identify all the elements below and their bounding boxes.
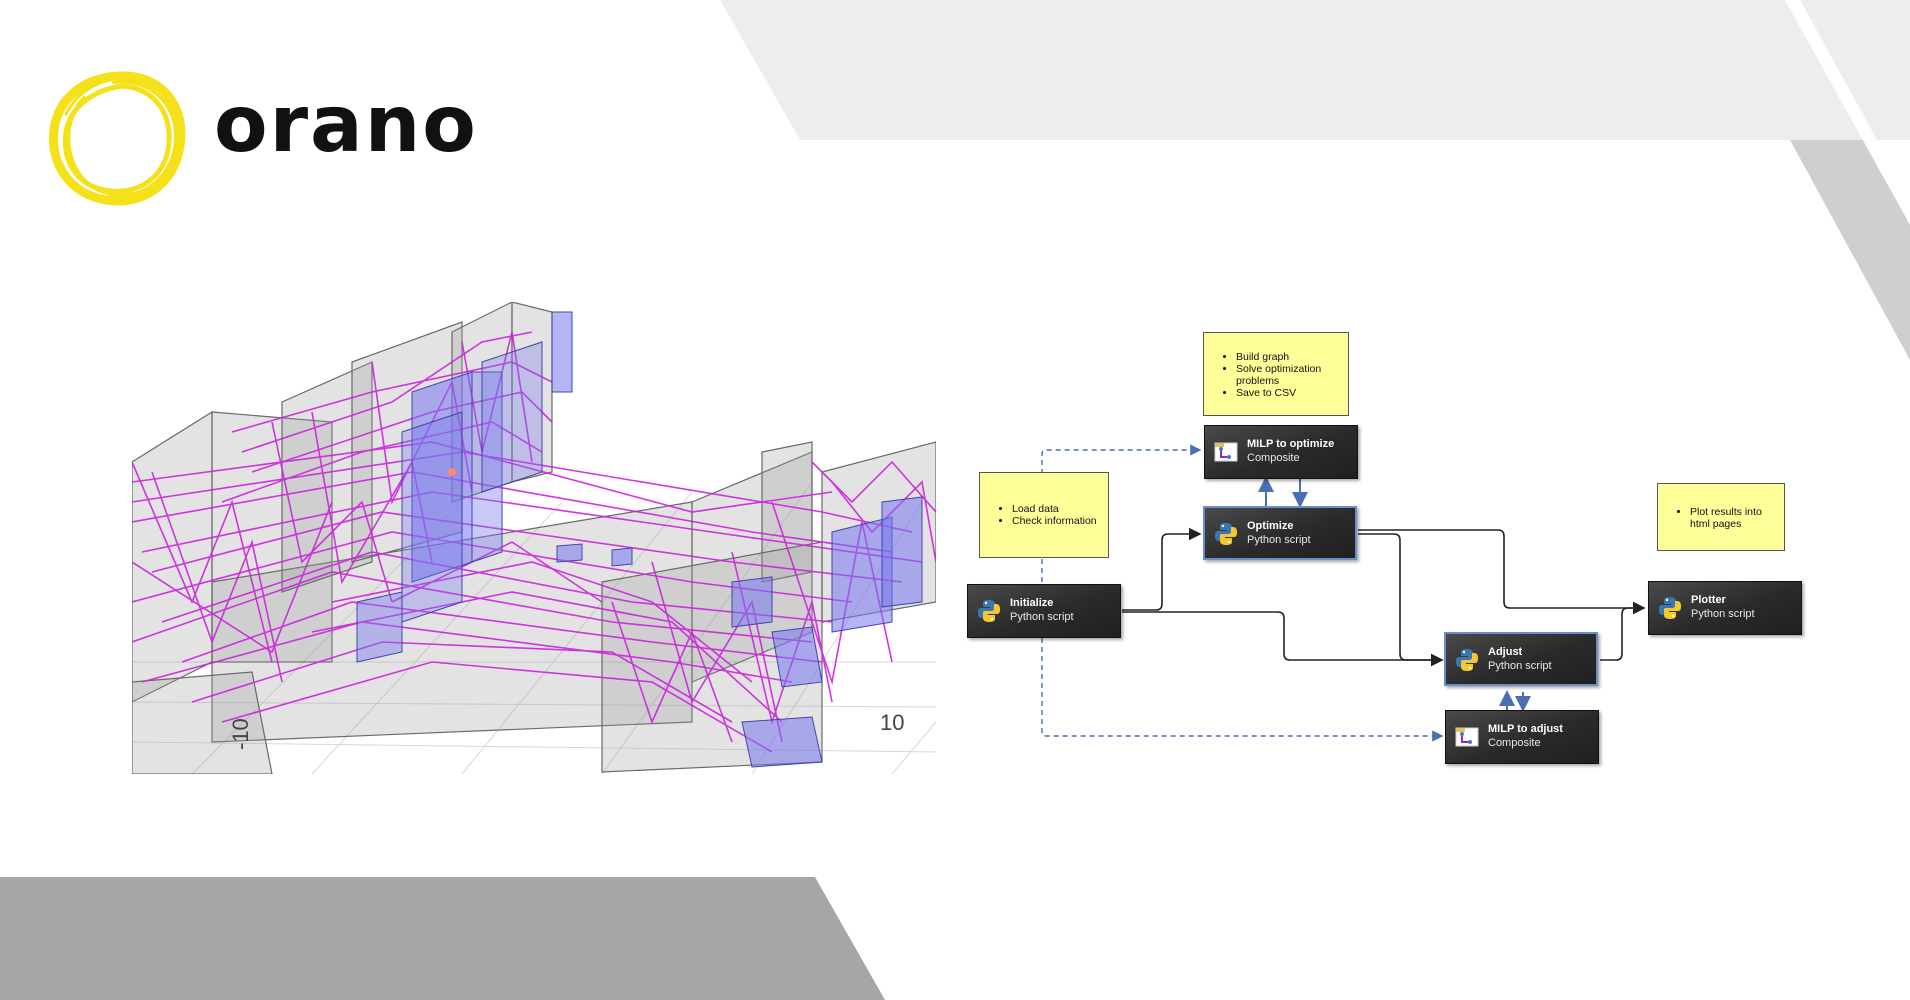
note-item: Plot results into html pages xyxy=(1690,506,1778,530)
node-subtitle: Python script xyxy=(1691,608,1755,620)
node-optimize[interactable]: Optimize Python script xyxy=(1203,506,1357,560)
note-initialize: Load data Check information xyxy=(979,472,1109,558)
axis-tick-label-right: 10 xyxy=(880,710,905,735)
python-icon xyxy=(1456,649,1478,671)
node-milp-to-optimize[interactable]: MILP to optimize Composite xyxy=(1204,425,1358,479)
node-title: MILP to adjust xyxy=(1488,723,1563,735)
node-adjust[interactable]: Adjust Python script xyxy=(1444,632,1598,686)
note-item: Build graph xyxy=(1236,351,1342,363)
node-title: Adjust xyxy=(1488,646,1523,658)
edge-initialize-adjust xyxy=(1122,611,1444,667)
python-icon xyxy=(1659,597,1681,619)
orano-logo-icon xyxy=(49,71,186,206)
edge-adjust-plotter xyxy=(1600,601,1646,661)
note-item: Check information xyxy=(1012,515,1102,527)
node-title: MILP to optimize xyxy=(1247,438,1335,450)
node-title: Initialize xyxy=(1010,597,1054,609)
node-subtitle: Python script xyxy=(1247,534,1311,546)
node-plotter[interactable]: Plotter Python script xyxy=(1648,581,1802,635)
node-milp-to-adjust[interactable]: MILP to adjust Composite xyxy=(1445,710,1599,764)
source-point-marker xyxy=(448,468,456,476)
edge-initialize-milp-adjust xyxy=(1041,638,1444,742)
node-subtitle: Python script xyxy=(1010,611,1074,623)
node-title: Optimize xyxy=(1247,520,1294,532)
brand-name: orano xyxy=(214,80,478,170)
node-title: Plotter xyxy=(1691,594,1726,606)
3d-scene-illustration xyxy=(132,302,936,774)
footer-band-shape xyxy=(0,877,885,1000)
composite-icon xyxy=(1455,727,1479,747)
note-optimize: Build graph Solve optimization problems … xyxy=(1203,332,1349,416)
python-icon xyxy=(978,600,1000,622)
note-item: Solve optimization problems xyxy=(1236,363,1342,387)
axis-tick-label-left: -10 xyxy=(228,718,253,750)
3d-routing-render: -10 10 xyxy=(132,302,936,774)
edge-initialize-optimize xyxy=(1122,527,1202,611)
composite-icon xyxy=(1214,442,1238,462)
node-subtitle: Composite xyxy=(1488,737,1541,749)
edge-optimize-adjust xyxy=(1358,533,1444,667)
header-band-shape xyxy=(720,0,1910,140)
note-item: Save to CSV xyxy=(1236,387,1342,399)
node-subtitle: Composite xyxy=(1247,452,1300,464)
python-icon xyxy=(1215,523,1237,545)
node-initialize[interactable]: Initialize Python script xyxy=(967,584,1121,638)
node-subtitle: Python script xyxy=(1488,660,1552,672)
note-item: Load data xyxy=(1012,503,1102,515)
edge-optimize-plotter xyxy=(1358,529,1646,615)
note-plotter: Plot results into html pages xyxy=(1657,483,1785,551)
